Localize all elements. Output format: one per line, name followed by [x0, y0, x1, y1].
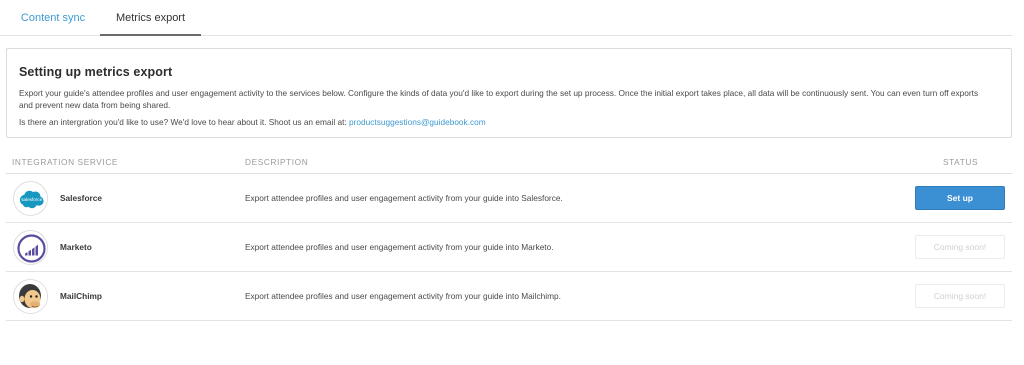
page-title: Setting up metrics export: [19, 65, 173, 79]
service-description: Export attendee profiles and user engage…: [245, 291, 561, 301]
header-integration-service: INTEGRATION SERVICE: [12, 157, 119, 167]
mailchimp-logo-icon: [13, 279, 48, 314]
marketo-logo-icon: [13, 230, 48, 265]
marketo-coming-soon-button: Coming soon!: [915, 235, 1005, 259]
service-name: Salesforce: [60, 193, 102, 203]
service-description: Export attendee profiles and user engage…: [245, 193, 563, 203]
header-status: STATUS: [943, 157, 979, 167]
tab-bar: Content sync Metrics export: [0, 0, 1012, 36]
info-description: Export your guide's attendee profiles an…: [19, 88, 979, 110]
tab-content-sync[interactable]: Content sync: [6, 0, 100, 36]
setup-salesforce-button[interactable]: Set up: [915, 186, 1005, 210]
table-row-mailchimp: MailChimp Export attendee profiles and u…: [6, 272, 1012, 321]
contact-text: Is there an intergration you'd like to u…: [19, 117, 347, 127]
service-name: Marketo: [60, 242, 92, 252]
salesforce-logo-icon: salesforce: [13, 181, 48, 216]
tab-metrics-export[interactable]: Metrics export: [100, 0, 201, 36]
table-header: INTEGRATION SERVICE DESCRIPTION STATUS: [6, 150, 1012, 174]
table-row-marketo: Marketo Export attendee profiles and use…: [6, 223, 1012, 272]
mailchimp-coming-soon-button: Coming soon!: [915, 284, 1005, 308]
service-name: MailChimp: [60, 291, 102, 301]
salesforce-logo-text: salesforce: [21, 197, 42, 202]
service-description: Export attendee profiles and user engage…: [245, 242, 554, 252]
info-contact: Is there an intergration you'd like to u…: [19, 117, 999, 128]
header-description: DESCRIPTION: [245, 157, 309, 167]
contact-email-link[interactable]: productsuggestions@guidebook.com: [349, 117, 486, 127]
info-panel: Setting up metrics export Export your gu…: [6, 48, 1012, 138]
table-row-salesforce: salesforce Salesforce Export attendee pr…: [6, 174, 1012, 223]
